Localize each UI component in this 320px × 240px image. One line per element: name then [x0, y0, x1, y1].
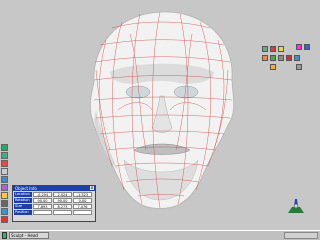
rotation-label: Rotation: [14, 198, 32, 203]
rotation-y[interactable]: 90.00: [53, 198, 72, 203]
location-x[interactable]: -0.294: [33, 192, 52, 197]
location-y[interactable]: 2.024: [53, 192, 72, 197]
move-icon[interactable]: [1, 152, 8, 159]
light-icon[interactable]: [1, 192, 8, 199]
pan-icon[interactable]: [1, 184, 8, 191]
size-label: Size: [14, 204, 32, 209]
render-icon[interactable]: [1, 208, 8, 215]
size-row: Size 7.893 8.273 7.076: [13, 204, 95, 209]
rotate-icon[interactable]: [1, 160, 8, 167]
texture-icon[interactable]: [262, 55, 268, 61]
location-row: Location -0.294 2.024 -1.523: [13, 192, 95, 197]
position-label: Position: [14, 210, 32, 215]
system-tray: [284, 232, 318, 239]
cube-icon[interactable]: [262, 46, 268, 52]
render-icon[interactable]: [296, 64, 302, 70]
cone-icon[interactable]: [278, 46, 284, 52]
panel-title-text: Object Info: [15, 186, 37, 191]
left-toolbar: [1, 144, 10, 226]
paint-icon[interactable]: [270, 55, 276, 61]
position-y[interactable]: [53, 210, 72, 215]
position-x[interactable]: [33, 210, 52, 215]
task-button[interactable]: Sculpt - Head: [9, 232, 49, 239]
zoom-icon[interactable]: [1, 176, 8, 183]
grid-icon[interactable]: [270, 64, 276, 70]
sphere-icon[interactable]: [270, 46, 276, 52]
object-info-panel: Object Info x Location -0.294 2.024 -1.5…: [12, 185, 96, 222]
position-row: Position: [13, 210, 95, 215]
location-label: Location: [14, 192, 32, 197]
rotation-x[interactable]: 90.00: [33, 198, 52, 203]
size-x[interactable]: 7.893: [33, 204, 52, 209]
close-button[interactable]: x: [90, 186, 94, 190]
size-y[interactable]: 8.273: [53, 204, 72, 209]
light-icon[interactable]: [296, 44, 302, 50]
rotate-icon[interactable]: [286, 55, 292, 61]
scale-icon[interactable]: [1, 168, 8, 175]
move-icon[interactable]: [278, 55, 284, 61]
location-z[interactable]: -1.523: [73, 192, 92, 197]
orientation-compass-icon[interactable]: [286, 197, 306, 215]
select-icon[interactable]: [1, 144, 8, 151]
camera-icon[interactable]: [1, 200, 8, 207]
rotation-z[interactable]: 0.00: [73, 198, 92, 203]
camera-icon[interactable]: [304, 44, 310, 50]
position-z[interactable]: [73, 210, 92, 215]
taskbar: Sculpt - Head: [0, 230, 320, 240]
size-z[interactable]: 7.076: [73, 204, 92, 209]
panel-title: Object Info x: [13, 186, 95, 191]
start-button[interactable]: [2, 232, 7, 239]
rotation-row: Rotation 90.00 90.00 0.00: [13, 198, 95, 203]
scale-icon[interactable]: [294, 55, 300, 61]
wire-icon[interactable]: [1, 216, 8, 223]
